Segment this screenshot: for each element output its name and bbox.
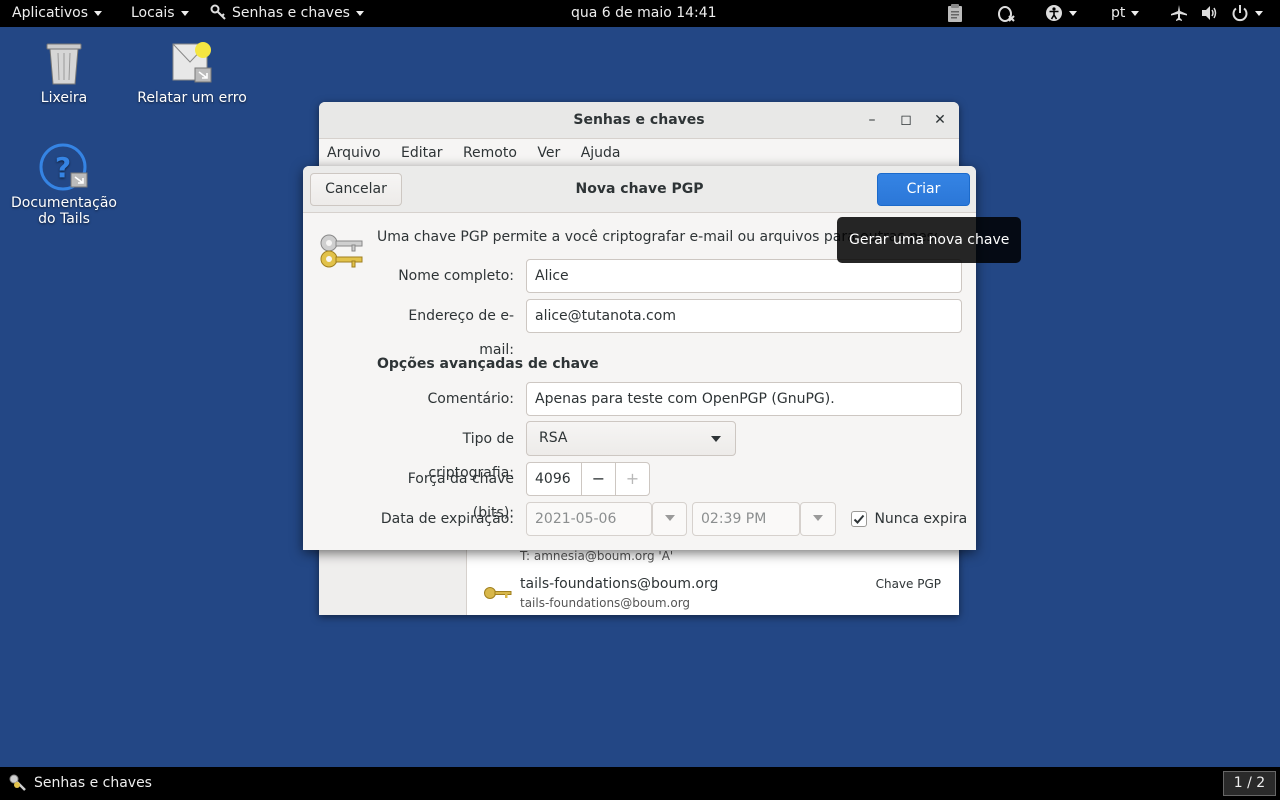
menubar: Arquivo Editar Remoto Ver Ajuda xyxy=(319,139,959,167)
documentation-label: Documentação xyxy=(11,195,117,211)
places-menu[interactable]: Locais xyxy=(131,0,189,27)
trash-icon xyxy=(46,43,82,85)
menu-remoto[interactable]: Remoto xyxy=(463,145,517,161)
minimize-icon[interactable]: – xyxy=(857,102,887,139)
maximize-icon[interactable]: ◻ xyxy=(891,102,921,139)
whisperback-icon xyxy=(172,42,212,83)
chevron-down-icon xyxy=(1069,10,1077,16)
decrement-button[interactable]: − xyxy=(581,463,615,495)
chevron-down-icon xyxy=(180,10,189,16)
documentation-label-2: do Tails xyxy=(38,211,90,227)
chevron-down-icon xyxy=(94,10,103,16)
key-type: Chave PGP xyxy=(875,577,941,591)
report-label: Relatar um erro xyxy=(137,90,247,106)
language-menu[interactable]: pt xyxy=(1111,0,1140,27)
dialog-title: Nova chave PGP xyxy=(575,181,704,197)
expiry-date-field[interactable]: 2021-05-06 xyxy=(526,502,652,536)
expiry-label: Data de expiração: xyxy=(380,511,514,527)
chevron-down-icon xyxy=(711,436,721,442)
desktop-icon-report-bug[interactable]: Relatar um erro xyxy=(127,38,257,106)
name-label: Nome completo: xyxy=(398,268,514,284)
bottom-panel: Senhas e chaves 1 / 2 xyxy=(0,767,1280,800)
comment-field[interactable]: Apenas para teste com OpenPGP (GnuPG). xyxy=(526,382,962,416)
chevron-down-icon xyxy=(664,515,675,521)
key-icon xyxy=(484,587,512,599)
volume-icon xyxy=(1202,6,1217,20)
encryption-type-value: RSA xyxy=(539,430,568,446)
key-email: tails-foundations@boum.org xyxy=(520,596,691,610)
applications-menu[interactable]: Aplicativos xyxy=(12,0,103,27)
power-icon xyxy=(1232,5,1248,22)
clipboard-icon[interactable] xyxy=(946,0,964,27)
create-button[interactable]: Criar xyxy=(877,173,970,206)
window-title: Senhas e chaves xyxy=(573,112,705,128)
app-menu-label: Senhas e chaves xyxy=(232,5,350,21)
advanced-options-heading[interactable]: Opções avançadas de chave xyxy=(377,356,599,372)
places-menu-label: Locais xyxy=(131,5,175,21)
chevron-down-icon xyxy=(355,10,364,16)
tor-status-icon[interactable] xyxy=(996,0,1016,27)
workspace-switcher[interactable]: 1 / 2 xyxy=(1223,771,1276,796)
menu-ajuda[interactable]: Ajuda xyxy=(581,145,621,161)
airplane-icon xyxy=(1171,5,1187,21)
menu-ver[interactable]: Ver xyxy=(537,145,560,161)
system-menu[interactable] xyxy=(1170,0,1263,27)
key-strength-value[interactable]: 4096 xyxy=(535,463,571,495)
create-tooltip: Gerar uma nova chave xyxy=(837,217,1022,263)
email-field[interactable]: alice@tutanota.com xyxy=(526,299,962,333)
increment-button[interactable]: + xyxy=(615,463,649,495)
key-strength-label: Força da chave (bits): xyxy=(407,471,514,521)
never-expires-label: Nunca expira xyxy=(874,511,968,527)
keys-icon xyxy=(210,4,226,20)
expiry-date-dropdown[interactable] xyxy=(652,502,687,536)
encryption-type-label: Tipo de criptografia: xyxy=(428,431,514,481)
expiry-time-dropdown[interactable] xyxy=(800,502,836,536)
trash-label: Lixeira xyxy=(40,90,88,106)
expiry-time-field[interactable]: 02:39 PM xyxy=(692,502,800,536)
clock[interactable]: qua 6 de maio 14:41 xyxy=(571,0,717,27)
menu-editar[interactable]: Editar xyxy=(401,145,442,161)
chevron-down-icon xyxy=(1131,10,1140,16)
keys-icon xyxy=(320,234,363,268)
chevron-down-icon xyxy=(1254,10,1263,16)
keys-icon xyxy=(9,774,26,791)
checkbox-checked-icon xyxy=(851,511,867,527)
desktop-icon-trash[interactable]: Lixeira xyxy=(0,38,129,106)
top-panel: Aplicativos Locais Senhas e chaves qua 6… xyxy=(0,0,1280,27)
dialog-header: Cancelar Nova chave PGP Criar xyxy=(303,166,976,213)
accessibility-menu[interactable] xyxy=(1045,0,1077,27)
comment-label: Comentário: xyxy=(427,391,514,407)
key-row-partial-text: T: amnesia@boum.org 'A' xyxy=(520,549,674,563)
accessibility-icon xyxy=(1046,5,1062,21)
svg-text:?: ? xyxy=(55,151,71,184)
language-label: pt xyxy=(1111,5,1126,21)
never-expires-checkbox[interactable]: Nunca expira xyxy=(851,509,967,529)
chevron-down-icon xyxy=(813,515,823,521)
key-name: tails-foundations@boum.org xyxy=(520,576,719,592)
taskbar-window-label: Senhas e chaves xyxy=(34,775,152,791)
key-row[interactable]: tails-foundations@boum.org tails-foundat… xyxy=(467,572,959,615)
desktop-icon-documentation[interactable]: ? Documentação do Tails xyxy=(0,143,129,227)
window-titlebar[interactable]: Senhas e chaves – ◻ ✕ xyxy=(319,102,959,139)
taskbar-window-button[interactable]: Senhas e chaves xyxy=(8,767,152,800)
help-icon: ? xyxy=(39,143,88,191)
applications-menu-label: Aplicativos xyxy=(12,5,89,21)
menu-arquivo[interactable]: Arquivo xyxy=(327,145,381,161)
app-menu[interactable]: Senhas e chaves xyxy=(210,0,364,27)
close-icon[interactable]: ✕ xyxy=(925,102,955,139)
encryption-type-select[interactable]: RSA xyxy=(526,421,736,456)
email-label: Endereço de e-mail: xyxy=(408,308,514,358)
key-strength-stepper[interactable]: 4096 − + xyxy=(526,462,650,496)
name-field[interactable]: Alice xyxy=(526,259,962,293)
